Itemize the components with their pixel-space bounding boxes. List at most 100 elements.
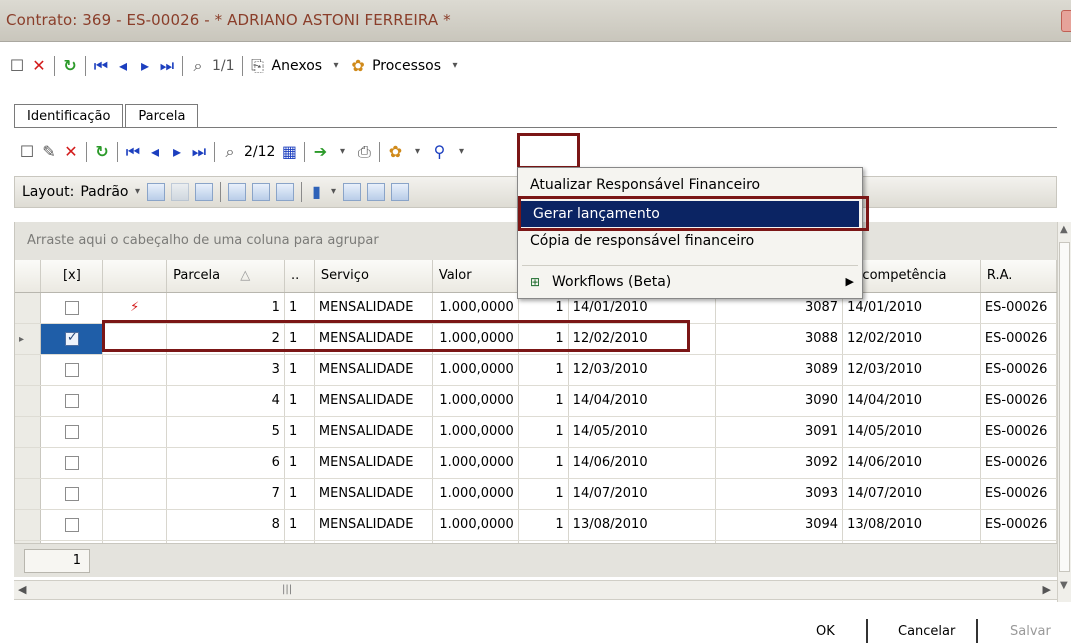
save-button[interactable]: Salvar (1010, 624, 1051, 639)
table-row[interactable]: 7 1 MENSALIDADE 1.000,0000 1 14/07/2010 3093 14… (15, 478, 1057, 510)
row-flag-icon (102, 478, 168, 510)
row-select-checkbox[interactable] (40, 416, 104, 448)
row-select-checkbox[interactable] (40, 478, 104, 510)
row-select-checkbox[interactable] (40, 385, 104, 417)
new-record-icon[interactable]: ☐ (6, 55, 28, 77)
find-icon[interactable]: ⌕ (219, 141, 241, 163)
layout-option-icon[interactable] (251, 183, 270, 201)
attachment-icon[interactable]: ⎘ (247, 55, 269, 77)
menu-item-gerar-lancamento[interactable]: Gerar lançamento (521, 201, 859, 227)
checkbox[interactable] (64, 300, 79, 315)
column-header-valor[interactable]: Valor (432, 260, 519, 293)
previous-record-icon[interactable]: ◂ (112, 55, 134, 77)
row-select-checkbox[interactable] (40, 292, 104, 324)
parcela-toolbar: ☐ ✎ ✕ ↻ ⏮ ◂ ▸ ⏭ ⌕ 2/12 ▦ ➔ ▾ ⎙ ✿ ▾ ⚲ ▾ (16, 138, 472, 166)
scroll-down-icon[interactable]: ▼ (1060, 580, 1068, 591)
next-record-icon[interactable]: ▸ (166, 141, 188, 163)
row-indicator (15, 478, 42, 510)
chevron-down-icon[interactable]: ▾ (450, 141, 472, 163)
cell-valor: 1.000,0000 (432, 385, 519, 417)
scroll-left-icon[interactable]: ◀ (18, 583, 26, 596)
layout-option-icon[interactable] (366, 183, 385, 201)
layout-option-icon[interactable] (342, 183, 361, 201)
first-record-icon[interactable]: ⏮ (122, 141, 144, 163)
table-row[interactable]: 6 1 MENSALIDADE 1.000,0000 1 14/06/2010 3092 14… (15, 447, 1057, 479)
row-select-checkbox[interactable] (40, 509, 104, 541)
row-select-checkbox[interactable] (40, 354, 104, 386)
chevron-down-icon[interactable]: ▾ (406, 141, 428, 163)
layout-label: Layout: (22, 184, 75, 200)
layout-option-icon[interactable] (390, 183, 409, 201)
export-icon[interactable]: ➔ (309, 141, 331, 163)
table-row[interactable]: 3 1 MENSALIDADE 1.000,0000 1 12/03/2010 3089 12… (15, 354, 1057, 386)
chevron-down-icon[interactable]: ▾ (325, 55, 347, 77)
table-row[interactable]: ▸21MENSALIDADE1.000,0000112/02/201030881… (15, 323, 1057, 355)
column-header-servico[interactable]: Serviço (314, 260, 433, 293)
checkbox[interactable] (64, 424, 79, 439)
save-layout-icon[interactable] (146, 183, 165, 201)
next-record-icon[interactable]: ▸ (134, 55, 156, 77)
calendar-icon[interactable]: ▦ (278, 141, 300, 163)
processes-icon[interactable]: ✿ (384, 141, 406, 163)
last-record-icon[interactable]: ⏭ (156, 55, 178, 77)
checkbox[interactable] (64, 455, 79, 470)
table-row[interactable]: 5 1 MENSALIDADE 1.000,0000 1 14/05/2010 3091 14… (15, 416, 1057, 448)
scroll-up-icon[interactable]: ▲ (1060, 224, 1068, 235)
find-icon[interactable]: ⌕ (187, 55, 209, 77)
checkbox[interactable] (64, 393, 79, 408)
last-record-icon[interactable]: ⏭ (188, 141, 210, 163)
processes-button[interactable]: Processos (369, 58, 444, 74)
chevron-down-icon[interactable]: ▾ (328, 181, 340, 203)
row-select-checkbox[interactable] (40, 323, 104, 355)
cell-valor: 1.000,0000 (432, 323, 519, 355)
layout-option-icon[interactable] (194, 183, 213, 201)
chevron-down-icon[interactable]: ▾ (444, 55, 466, 77)
layout-option-icon[interactable] (170, 183, 189, 201)
cancel-button[interactable]: Cancelar (898, 624, 955, 639)
tab-identificacao[interactable]: Identificação (14, 104, 124, 128)
menu-item-copia-responsavel[interactable]: Cópia de responsável financeiro (518, 228, 862, 254)
menu-item-workflows[interactable]: ⊞ Workflows (Beta) ▶ (518, 269, 862, 295)
checkbox[interactable] (64, 330, 79, 346)
column-header-flag[interactable] (102, 260, 168, 293)
column-header-parcela[interactable]: Parcela △ (166, 260, 285, 293)
refresh-icon[interactable]: ↻ (59, 55, 81, 77)
delete-icon[interactable]: ✕ (60, 141, 82, 163)
horizontal-scroll-grip[interactable]: ||| (282, 584, 292, 595)
print-icon[interactable]: ⎙ (353, 141, 375, 163)
column-header-competencia[interactable]: t. competência (842, 260, 981, 293)
ok-button[interactable]: OK (816, 624, 835, 639)
row-select-checkbox[interactable] (40, 447, 104, 479)
table-row[interactable]: 8 1 MENSALIDADE 1.000,0000 1 13/08/2010 3094 13… (15, 509, 1057, 541)
close-icon[interactable] (1061, 10, 1071, 32)
edit-icon[interactable]: ✎ (38, 141, 60, 163)
table-row[interactable]: 4 1 MENSALIDADE 1.000,0000 1 14/04/2010 3090 14… (15, 385, 1057, 417)
processes-icon: ✿ (351, 56, 365, 75)
first-record-icon[interactable]: ⏮ (90, 55, 112, 77)
tab-parcela[interactable]: Parcela (125, 104, 199, 128)
cell-ra: ES-00026 (980, 292, 1057, 324)
column-header-ra[interactable]: R.A. (980, 260, 1057, 293)
layout-preset-select[interactable]: Padrão (77, 184, 131, 200)
checkbox[interactable] (64, 362, 79, 377)
column-header-dots[interactable]: .. (284, 260, 315, 293)
checkbox[interactable] (64, 486, 79, 501)
attachments-button[interactable]: Anexos (269, 58, 326, 74)
layout-option-icon[interactable] (227, 183, 246, 201)
refresh-icon[interactable]: ↻ (91, 141, 113, 163)
chart-icon[interactable]: ▮ (306, 181, 328, 203)
checkbox[interactable] (64, 517, 79, 532)
delete-icon[interactable]: ✕ (28, 55, 50, 77)
chevron-down-icon[interactable]: ▾ (132, 181, 144, 203)
menu-item-atualizar-responsavel[interactable]: Atualizar Responsável Financeiro (518, 172, 862, 198)
new-record-icon[interactable]: ☐ (16, 141, 38, 163)
horizontal-scrollbar[interactable]: ◀ ||| ▶ (14, 580, 1057, 600)
vertical-scroll-thumb[interactable] (1059, 242, 1070, 572)
filter-icon[interactable]: ⚲ (428, 141, 450, 163)
scroll-right-icon[interactable]: ▶ (1043, 583, 1051, 596)
previous-record-icon[interactable]: ◂ (144, 141, 166, 163)
vertical-scrollbar[interactable]: ▲ ▼ (1057, 222, 1071, 602)
column-header-select[interactable]: [x] (40, 260, 104, 293)
layout-option-icon[interactable] (275, 183, 294, 201)
chevron-down-icon[interactable]: ▾ (331, 141, 353, 163)
